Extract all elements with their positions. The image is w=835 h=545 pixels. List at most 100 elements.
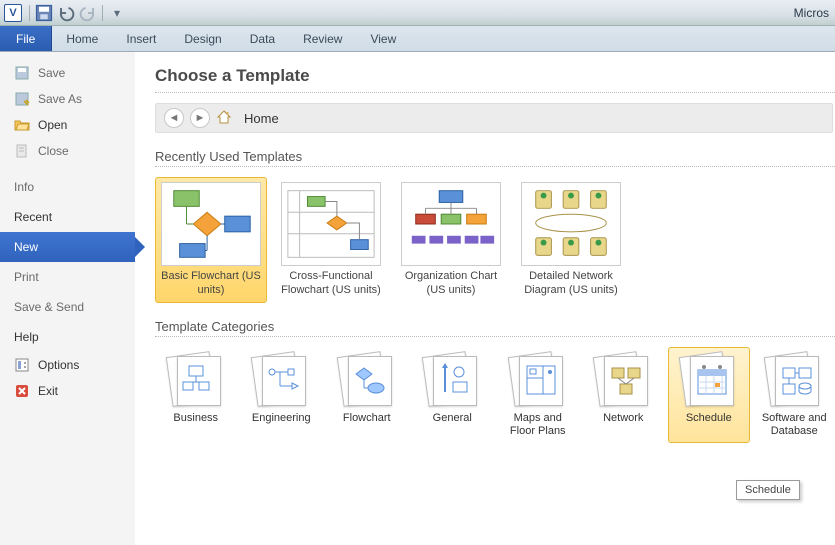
divider [155, 92, 835, 93]
template-thumbnail [161, 182, 261, 266]
options-icon [14, 357, 30, 373]
template-nav: ◄ ► Home [155, 103, 833, 133]
breadcrumb-home[interactable]: Home [244, 111, 279, 126]
category-maps-floorplans[interactable]: Maps and Floor Plans [497, 347, 579, 443]
category-label: Schedule [686, 412, 732, 438]
backstage: Save Save As Open Close Info Recent New … [0, 52, 835, 545]
tab-insert[interactable]: Insert [112, 26, 170, 51]
qat-customize-button[interactable]: ▾ [107, 3, 127, 23]
sidebar-save[interactable]: Save [0, 60, 135, 86]
sidebar-item-label: New [14, 240, 38, 254]
save-icon [14, 65, 30, 81]
sidebar-item-label: Help [14, 330, 39, 344]
category-label: Engineering [252, 412, 311, 438]
category-network[interactable]: Network [583, 347, 665, 443]
template-thumbnail [281, 182, 381, 266]
sidebar-item-label: Save & Send [14, 300, 84, 314]
general-icon [437, 362, 473, 398]
sidebar-close[interactable]: Close [0, 138, 135, 164]
template-cross-functional[interactable]: Cross-Functional Flowchart (US units) [275, 177, 387, 303]
category-label: Software and Database [757, 412, 833, 438]
home-icon[interactable] [216, 109, 232, 128]
template-network-diagram[interactable]: Detailed Network Diagram (US units) [515, 177, 627, 303]
nav-back-button[interactable]: ◄ [164, 108, 184, 128]
tab-data[interactable]: Data [236, 26, 289, 51]
sidebar-item-label: Recent [14, 210, 52, 224]
calendar-icon [694, 362, 730, 398]
engineering-icon [266, 362, 302, 398]
template-thumbnail [521, 182, 621, 266]
category-label: Network [603, 412, 643, 438]
divider [155, 336, 835, 337]
sidebar-item-label: Save As [38, 92, 82, 106]
categories-title: Template Categories [155, 319, 835, 334]
qat-separator [29, 5, 30, 21]
app-title: Micros [794, 6, 831, 20]
sidebar-item-label: Exit [38, 384, 58, 398]
category-engineering[interactable]: Engineering [241, 347, 323, 443]
sidebar-open[interactable]: Open [0, 112, 135, 138]
recent-templates-row: Basic Flowchart (US units) Cross-F [155, 177, 835, 303]
ribbon-tabs: File Home Insert Design Data Review View [0, 26, 835, 52]
save-qat-button[interactable] [34, 3, 54, 23]
app-icon: V [4, 4, 22, 22]
database-icon [779, 362, 815, 398]
category-business[interactable]: Business [155, 347, 237, 443]
file-tab[interactable]: File [0, 26, 52, 51]
category-label: General [433, 412, 472, 438]
close-file-icon [14, 143, 30, 159]
undo-qat-button[interactable] [56, 3, 76, 23]
template-label: Organization Chart (US units) [400, 270, 502, 298]
qat-separator [102, 5, 103, 21]
category-label: Business [173, 412, 218, 438]
sidebar-save-send[interactable]: Save & Send [0, 292, 135, 322]
business-icon [181, 362, 217, 398]
tab-design[interactable]: Design [170, 26, 235, 51]
template-label: Detailed Network Diagram (US units) [520, 270, 622, 298]
categories-row: Business Engineering Flowchart General M… [155, 347, 835, 443]
template-thumbnail [401, 182, 501, 266]
title-bar: V ▾ Micros [0, 0, 835, 26]
sidebar-help[interactable]: Help [0, 322, 135, 352]
maps-icon [523, 362, 559, 398]
backstage-sidebar: Save Save As Open Close Info Recent New … [0, 52, 135, 545]
template-label: Cross-Functional Flowchart (US units) [280, 270, 382, 298]
tooltip: Schedule [736, 480, 800, 500]
category-label: Flowchart [343, 412, 391, 438]
backstage-content: Choose a Template ◄ ► Home Recently Used… [135, 52, 835, 545]
category-general[interactable]: General [412, 347, 494, 443]
save-as-icon [14, 91, 30, 107]
page-title: Choose a Template [155, 66, 835, 86]
sidebar-item-label: Options [38, 358, 79, 372]
category-software-database[interactable]: Software and Database [754, 347, 835, 443]
exit-icon [14, 383, 30, 399]
nav-forward-button[interactable]: ► [190, 108, 210, 128]
sidebar-recent[interactable]: Recent [0, 202, 135, 232]
sidebar-new[interactable]: New [0, 232, 135, 262]
sidebar-item-label: Close [38, 144, 69, 158]
recent-templates-title: Recently Used Templates [155, 149, 835, 164]
sidebar-info[interactable]: Info [0, 172, 135, 202]
tab-view[interactable]: View [356, 26, 410, 51]
sidebar-options[interactable]: Options [0, 352, 135, 378]
template-label: Basic Flowchart (US units) [160, 270, 262, 298]
sidebar-save-as[interactable]: Save As [0, 86, 135, 112]
category-flowchart[interactable]: Flowchart [326, 347, 408, 443]
open-folder-icon [14, 117, 30, 133]
flowchart-icon [352, 362, 388, 398]
category-schedule[interactable]: Schedule [668, 347, 750, 443]
sidebar-exit[interactable]: Exit [0, 378, 135, 404]
category-label: Maps and Floor Plans [500, 412, 576, 438]
divider [155, 166, 835, 167]
sidebar-print[interactable]: Print [0, 262, 135, 292]
sidebar-item-label: Open [38, 118, 67, 132]
template-basic-flowchart[interactable]: Basic Flowchart (US units) [155, 177, 267, 303]
network-icon [608, 362, 644, 398]
sidebar-item-label: Print [14, 270, 39, 284]
tab-home[interactable]: Home [52, 26, 112, 51]
sidebar-item-label: Info [14, 180, 34, 194]
sidebar-item-label: Save [38, 66, 65, 80]
redo-qat-button[interactable] [78, 3, 98, 23]
tab-review[interactable]: Review [289, 26, 356, 51]
template-org-chart[interactable]: Organization Chart (US units) [395, 177, 507, 303]
